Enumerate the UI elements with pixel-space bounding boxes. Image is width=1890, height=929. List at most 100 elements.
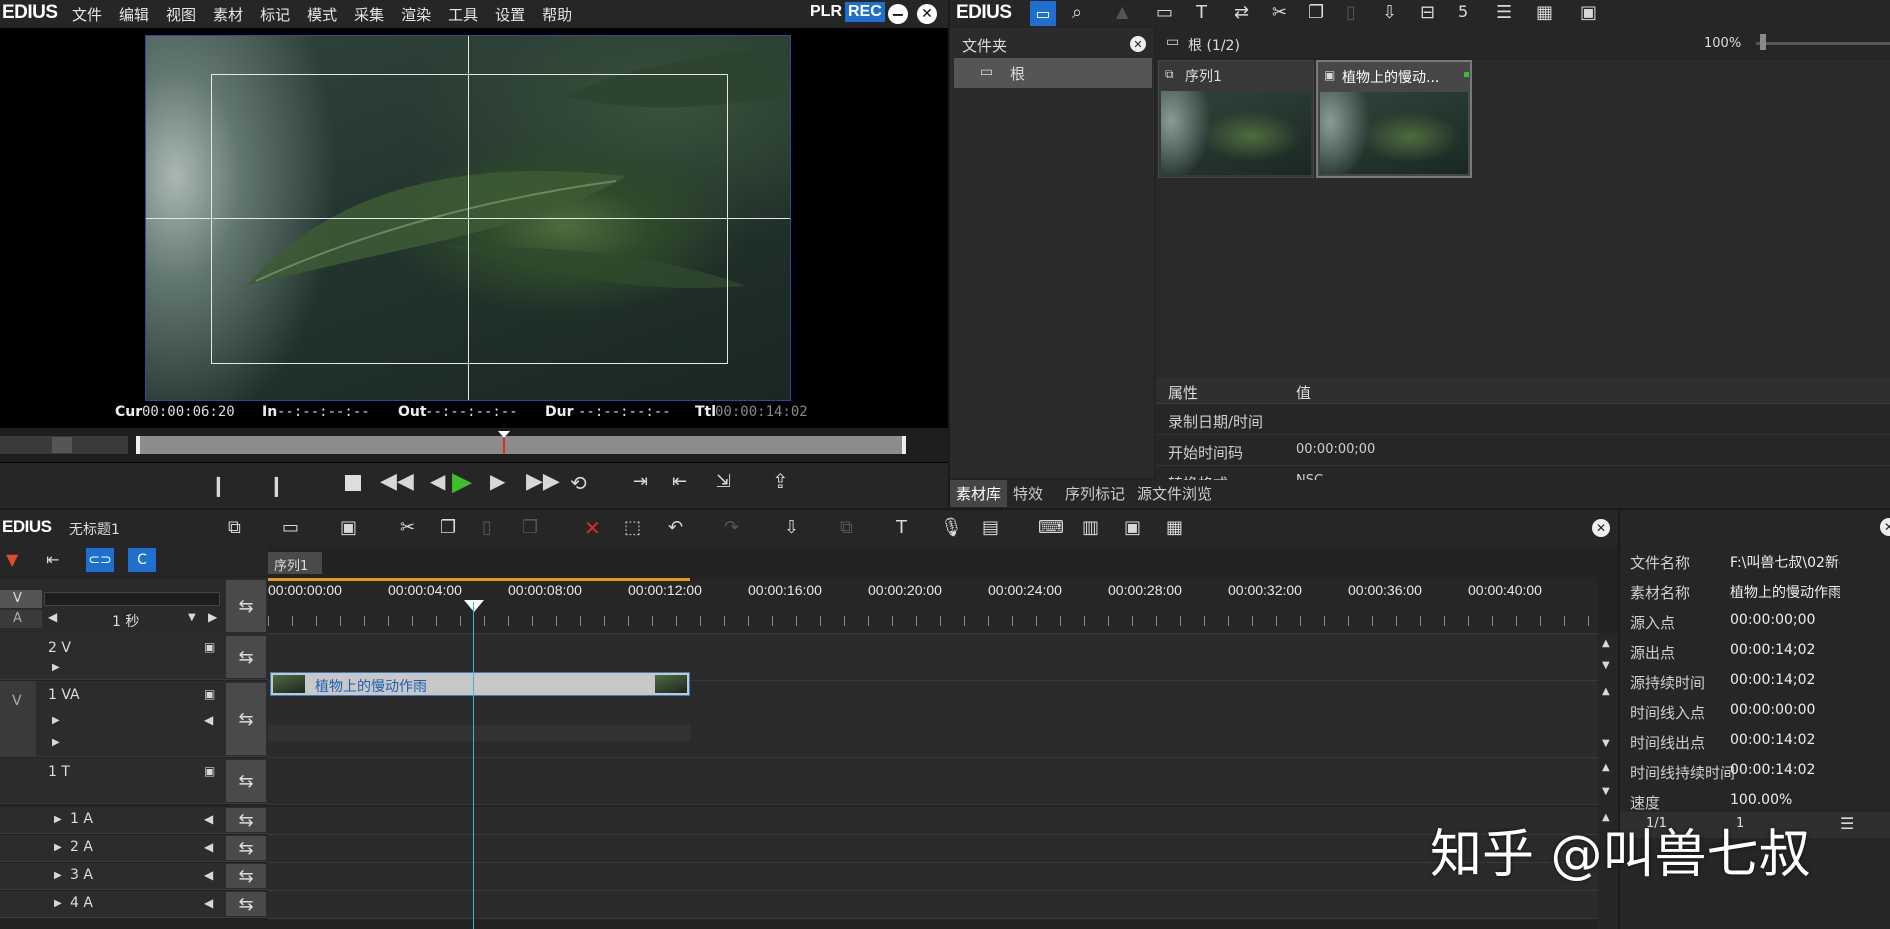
delete-icon[interactable]: ✕ [584, 516, 601, 540]
rec-toggle[interactable]: REC [845, 2, 885, 22]
search-icon[interactable]: ⌕ [1072, 2, 1082, 23]
menu-view[interactable]: 视图 [166, 4, 196, 25]
timeline-paste-icon[interactable]: ▯ [482, 517, 492, 538]
menu-capture[interactable]: 采集 [354, 4, 384, 25]
group-icon[interactable]: ⧉ [840, 517, 853, 538]
track-sync-button[interactable]: ⇆ [226, 760, 266, 802]
match-frame-icon[interactable]: ⇲ [716, 471, 731, 492]
track-sync-button[interactable]: ⇆ [226, 808, 266, 832]
stop-icon[interactable] [345, 475, 361, 491]
track-lane-1a[interactable] [268, 807, 1598, 835]
menu-mode[interactable]: 模式 [307, 4, 337, 25]
ruler-playhead-marker[interactable] [464, 600, 484, 612]
track-sync-button[interactable]: ⇆ [226, 864, 266, 888]
add-to-timeline-icon[interactable]: ⇩ [1382, 2, 1397, 23]
track-lane-2a[interactable] [268, 835, 1598, 863]
timeline-scale[interactable]: 1 秒 [112, 611, 139, 631]
tab-bin[interactable]: 素材库 [950, 480, 1008, 507]
menu-edit[interactable]: 编辑 [119, 4, 149, 25]
track-lane-3a[interactable] [268, 863, 1598, 891]
scroll-down-icon[interactable]: ▼ [1602, 660, 1610, 671]
folder-view-icon[interactable]: ▭ [1030, 1, 1056, 26]
ripple-delete-icon[interactable]: ⬚ [624, 517, 641, 538]
shuttle-knob[interactable] [52, 437, 72, 453]
layer-list-icon[interactable]: ☰ [1840, 814, 1854, 833]
save-project-icon[interactable]: ▣ [340, 517, 357, 538]
track-lane-4a[interactable] [268, 891, 1598, 919]
zoom-slider-track[interactable] [1756, 42, 1890, 45]
position-bar[interactable] [136, 436, 906, 454]
insert-mode-icon[interactable]: ▼ [6, 550, 18, 569]
html5-icon[interactable]: 5 [1458, 2, 1468, 21]
sequence-tab[interactable]: 序列1 [268, 552, 322, 574]
expand-track-icon[interactable]: ▶ [52, 662, 60, 673]
scale-dropdown-icon[interactable]: ▼ [188, 612, 196, 623]
zoom-slider-knob[interactable] [1760, 34, 1766, 50]
scroll-down-icon[interactable]: ▼ [1602, 738, 1610, 749]
scale-left-icon[interactable]: ◀ [48, 610, 57, 624]
voiceover-icon[interactable]: 🎙 [940, 517, 963, 538]
scrubber-playhead[interactable] [503, 436, 505, 454]
shuttle-slider[interactable] [0, 436, 128, 454]
tab-effects[interactable]: 特效 [1007, 480, 1049, 507]
undo-icon[interactable]: ↶ [668, 517, 683, 538]
toolbox-icon[interactable]: ▣ [1580, 2, 1597, 23]
expand-track-icon[interactable]: ▶ [52, 715, 60, 726]
menu-file[interactable]: 文件 [72, 4, 102, 25]
title-icon[interactable]: T [1196, 2, 1207, 23]
scroll-up-icon[interactable]: ▲ [1602, 638, 1610, 649]
mixer-icon[interactable]: ▥ [1082, 517, 1099, 538]
cut-icon[interactable]: ✂ [1272, 2, 1287, 23]
menu-clip[interactable]: 素材 [213, 4, 243, 25]
menu-render[interactable]: 渲染 [401, 4, 431, 25]
fast-forward-icon[interactable]: ▶▶ [526, 469, 560, 494]
clip-tile-video[interactable]: ▣ 植物上的慢动... [1316, 60, 1472, 178]
minimize-icon[interactable]: − [888, 4, 908, 24]
track-sync-button[interactable]: ⇆ [226, 636, 266, 678]
timeline-copy-icon[interactable]: ❐ [440, 517, 456, 538]
step-forward-icon[interactable]: ▶ [490, 469, 505, 493]
expand-track-icon[interactable]: ▶ [54, 898, 62, 909]
step-back-icon[interactable]: ◀ [430, 469, 445, 493]
rewind-icon[interactable]: ◀◀ [380, 469, 414, 494]
expand-track-icon[interactable]: ▶ [54, 814, 62, 825]
paste-special-icon[interactable]: ❐ [522, 517, 538, 538]
delete-clip-icon[interactable]: ⊟ [1420, 2, 1435, 23]
ruler-sync-button[interactable]: ⇆ [226, 580, 266, 632]
title-create-icon[interactable]: T [896, 517, 907, 538]
marker-icon[interactable]: ⇩ [784, 517, 799, 538]
replace-icon[interactable]: ⇄ [1234, 2, 1249, 23]
clip-tile-sequence[interactable]: ⧉ 序列1 [1158, 60, 1314, 178]
redo-icon[interactable]: ↷ [724, 517, 739, 538]
menu-help[interactable]: 帮助 [542, 4, 572, 25]
timeline-cut-icon[interactable]: ✂ [400, 517, 415, 538]
expand-audio-icon[interactable]: ▶ [52, 737, 60, 748]
export-icon[interactable]: ⇪ [772, 469, 789, 493]
copy-icon[interactable]: ❐ [1308, 2, 1324, 23]
track-lane-1t[interactable] [268, 758, 1598, 805]
timeline-clip[interactable]: 植物上的慢动作雨 [270, 672, 690, 696]
play-icon[interactable]: ▶ [452, 467, 472, 497]
expand-track-icon[interactable]: ▶ [54, 870, 62, 881]
scroll-up-icon[interactable]: ▲ [1602, 686, 1610, 697]
list-view-icon[interactable]: ☰ [1496, 2, 1512, 23]
close-icon[interactable]: ✕ [917, 4, 937, 24]
set-out-icon[interactable]: ❙ [268, 473, 285, 497]
keyboard-icon[interactable]: ⌨ [1038, 517, 1064, 538]
timeline-overview-slider[interactable] [44, 592, 220, 606]
render-icon[interactable]: ▤ [982, 517, 999, 538]
scroll-down-icon[interactable]: ▼ [1602, 786, 1610, 797]
scale-right-icon[interactable]: ▶ [208, 610, 217, 624]
up-level-icon[interactable]: ▲ [1116, 2, 1128, 21]
tab-sequence-markers[interactable]: 序列标记 [1059, 480, 1131, 507]
set-in-icon[interactable]: ❙ [210, 473, 227, 497]
insert-icon[interactable]: ⇥ [633, 471, 648, 492]
expand-track-icon[interactable]: ▶ [54, 842, 62, 853]
track-sync-button[interactable]: ⇆ [226, 892, 266, 916]
track-sync-button[interactable]: ⇆ [226, 836, 266, 860]
sequence-menu-icon[interactable]: ⧉ [228, 517, 241, 538]
menu-settings[interactable]: 设置 [495, 4, 525, 25]
info-close-icon[interactable]: ✕ [1880, 518, 1890, 536]
overwrite-icon[interactable]: ⇤ [672, 471, 687, 492]
open-project-icon[interactable]: ▭ [282, 517, 299, 538]
